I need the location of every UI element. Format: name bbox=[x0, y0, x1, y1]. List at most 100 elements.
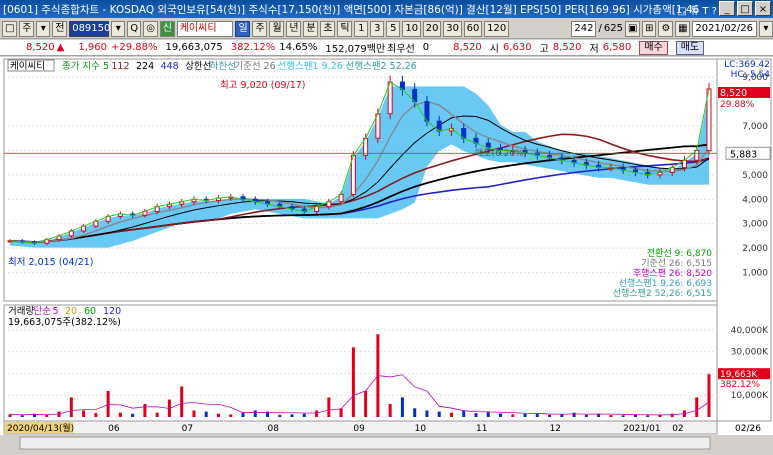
market-dropdown-icon[interactable]: ▾ bbox=[36, 20, 51, 37]
volume-bar bbox=[474, 413, 478, 417]
bar-count-input[interactable]: 242 bbox=[571, 20, 597, 37]
x-tick-label: 02 bbox=[672, 424, 683, 434]
toolbar: □ 주 ▾ 전 089150 ▾ Q ◎ 신 케이씨티 일 주 월 년 분 초 … bbox=[0, 19, 773, 39]
titlebar-icons[interactable]: □ 듀 T ? bbox=[677, 2, 717, 17]
volume-bar bbox=[695, 397, 699, 417]
target-icon[interactable]: ◎ bbox=[143, 20, 158, 37]
x-tick-label: 06 bbox=[108, 424, 120, 434]
date-input[interactable]: 2021/02/26 bbox=[692, 20, 757, 37]
price-change-pct: +29.88% bbox=[110, 42, 158, 53]
pref-value: 0 bbox=[422, 42, 430, 53]
volume-bar bbox=[253, 410, 257, 417]
current-volume-label: 19,663K bbox=[720, 370, 758, 380]
chart-area[interactable]: 9,0007,0006,0005,0004,0003,0002,0001,000… bbox=[0, 57, 773, 452]
zoom-out-button[interactable]: ▣ bbox=[624, 20, 641, 37]
timeframe-week[interactable]: 주 bbox=[252, 20, 268, 37]
hc-label: HC:-5.54 bbox=[731, 70, 771, 80]
calendar-icon[interactable]: ▾ bbox=[758, 20, 773, 37]
low-label: 저 bbox=[589, 44, 599, 55]
legend-entry: 선행스팬2 52,26 bbox=[346, 60, 417, 72]
maximize-button[interactable]: □ bbox=[737, 1, 753, 16]
volume-bar bbox=[143, 403, 147, 417]
buy-button[interactable]: 매수 bbox=[639, 40, 668, 55]
high-annotation: 최고 9,020 (09/17) bbox=[220, 80, 306, 91]
grid-icon[interactable]: ▦ bbox=[675, 20, 691, 37]
market-select[interactable]: 주 bbox=[19, 20, 35, 37]
volume-bar bbox=[707, 374, 711, 417]
timeframe-month[interactable]: 월 bbox=[269, 20, 285, 37]
low-annotation: 최저 2,015 (04/21) bbox=[8, 257, 94, 268]
interval-120[interactable]: 120 bbox=[484, 20, 509, 37]
price-tick-label: 7,000 bbox=[742, 122, 768, 132]
zoom-in-button[interactable]: ⊞ bbox=[642, 20, 657, 37]
legend-entry: 상한선 bbox=[185, 61, 211, 72]
volume-legend-entry: 5 bbox=[53, 306, 59, 317]
sell-button[interactable]: 매도 bbox=[675, 40, 705, 55]
interval-5[interactable]: 5 bbox=[386, 20, 401, 37]
pref-label: 최우선 bbox=[387, 44, 415, 55]
mid-annotation: 매도(6.20%) bbox=[475, 148, 527, 159]
interval-1[interactable]: 1 bbox=[354, 20, 369, 37]
x-tick-label: 08 bbox=[268, 424, 280, 434]
price-field: 8,520 bbox=[453, 42, 482, 53]
volume-bar bbox=[548, 414, 552, 417]
turnover: 14.65% bbox=[279, 42, 318, 53]
volume-bar bbox=[315, 410, 319, 417]
code-dropdown-icon[interactable]: ▾ bbox=[111, 20, 126, 37]
volume-legend-entry: 단순 bbox=[34, 306, 52, 317]
volume-bar bbox=[339, 408, 343, 417]
timeframe-second[interactable]: 초 bbox=[320, 20, 336, 37]
timeframe-minute[interactable]: 분 bbox=[303, 20, 319, 37]
price-volume-chart[interactable]: 9,0007,0006,0005,0004,0003,0002,0001,000… bbox=[0, 57, 773, 452]
high-label: 고 bbox=[539, 44, 549, 55]
interval-30[interactable]: 30 bbox=[443, 20, 462, 37]
volume-bar bbox=[216, 413, 220, 417]
interval-3[interactable]: 3 bbox=[370, 20, 385, 37]
price-tick-label: 5,000 bbox=[742, 171, 768, 181]
legend-entry: 하한선 bbox=[210, 60, 236, 72]
window-title: [0601] 주식종합차트 - KOSDAQ 외국인보유[54(천)] 주식수[… bbox=[3, 3, 700, 16]
volume-bar bbox=[511, 414, 515, 417]
volume-legend-entry: 120 bbox=[103, 306, 121, 317]
volume-bar bbox=[609, 415, 613, 417]
indicator-value: 전환선 9: 6,870 bbox=[647, 247, 712, 259]
current-pct-label: 29.88% bbox=[720, 100, 755, 110]
volume-bar bbox=[449, 412, 453, 417]
window-controls: _ □ × bbox=[719, 1, 771, 16]
volume-bar bbox=[278, 414, 282, 417]
volume-bar bbox=[192, 410, 196, 417]
price-change: 1,960 bbox=[78, 42, 107, 53]
all-button[interactable]: 전 bbox=[52, 20, 68, 37]
volume: 19,663,075 bbox=[165, 42, 223, 53]
timeframe-tick[interactable]: 틱 bbox=[337, 20, 353, 37]
volume-bar bbox=[486, 411, 490, 417]
layout-button[interactable]: □ bbox=[2, 20, 18, 37]
interval-60[interactable]: 60 bbox=[463, 20, 483, 37]
stock-code-input[interactable]: 089150 bbox=[69, 20, 110, 37]
x-tick-label: 10 bbox=[415, 424, 427, 434]
minimize-button[interactable]: _ bbox=[719, 1, 735, 16]
volume-bar bbox=[94, 413, 98, 417]
timeframe-day[interactable]: 일 bbox=[235, 20, 251, 37]
x-tick-label: 2020/04/13(월) bbox=[7, 422, 74, 434]
volume-bar bbox=[82, 410, 86, 417]
quote-bar: 8,520 ▲ 1,960 +29.88% 19,663,075 382.12%… bbox=[0, 40, 773, 56]
volume-bar bbox=[69, 397, 73, 417]
close-button[interactable]: × bbox=[755, 1, 771, 16]
indicator-value: 후행스팬 26: 8,520 bbox=[633, 267, 712, 279]
scrollbar-thumb bbox=[19, 436, 711, 450]
new-button[interactable]: 신 bbox=[159, 20, 175, 37]
search-icon[interactable]: Q bbox=[127, 20, 142, 37]
up-arrow-icon: ▲ bbox=[56, 42, 65, 53]
volume-bar bbox=[290, 414, 294, 417]
stock-label: 케이씨티 bbox=[10, 61, 45, 72]
price-tick-label: 2,000 bbox=[742, 244, 768, 254]
open-price: 6,630 bbox=[503, 42, 532, 53]
volume-bar bbox=[351, 347, 355, 417]
interval-10[interactable]: 10 bbox=[402, 20, 421, 37]
settings-icon[interactable]: ⚙ bbox=[658, 20, 674, 37]
right-axis-frame bbox=[716, 58, 772, 422]
window-titlebar: [0601] 주식종합차트 - KOSDAQ 외국인보유[54(천)] 주식수[… bbox=[0, 0, 773, 18]
timeframe-year[interactable]: 년 bbox=[286, 20, 302, 37]
interval-20[interactable]: 20 bbox=[422, 20, 442, 37]
